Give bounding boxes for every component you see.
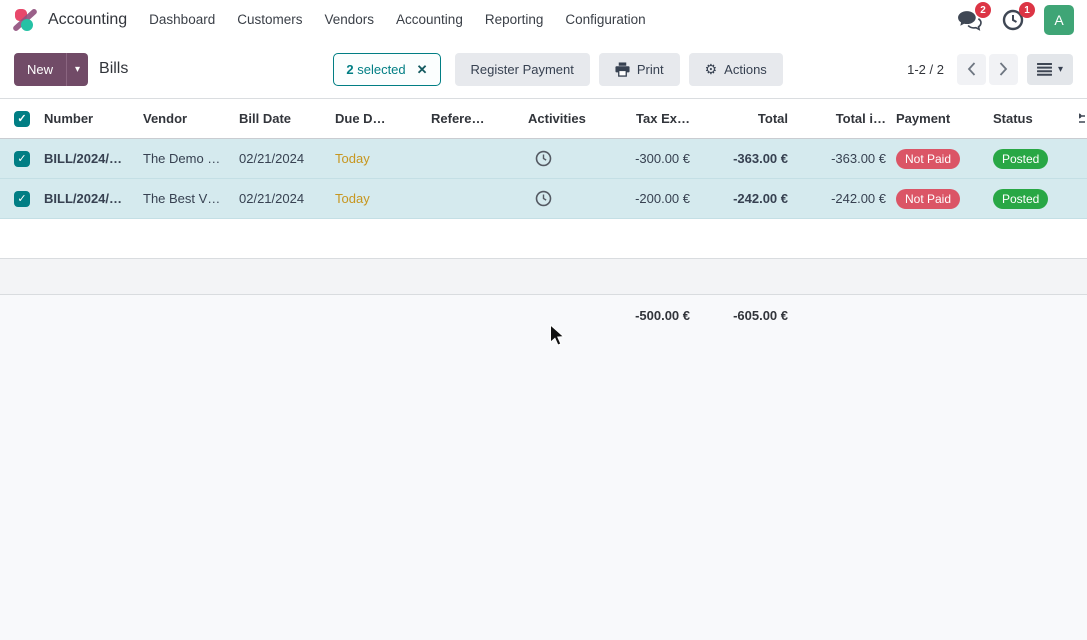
cell-total-in-currency: -363.00 € bbox=[788, 151, 886, 166]
column-header-activities[interactable]: Activities bbox=[528, 111, 597, 126]
chevron-left-icon bbox=[967, 62, 976, 76]
page-title: Bills bbox=[99, 60, 128, 78]
column-header-total[interactable]: Total bbox=[690, 111, 788, 126]
caret-down-icon: ▾ bbox=[1058, 64, 1063, 75]
pager-previous-button[interactable] bbox=[957, 54, 986, 85]
column-header-reference[interactable]: Refere… bbox=[431, 111, 528, 126]
row-select-cell: ✓ bbox=[0, 151, 44, 167]
odoo-accounting-screen: Accounting Dashboard Customers Vendors A… bbox=[0, 0, 1087, 640]
column-header-vendor[interactable]: Vendor bbox=[143, 111, 239, 126]
column-header-number[interactable]: Number bbox=[44, 111, 143, 126]
register-payment-button[interactable]: Register Payment bbox=[455, 53, 590, 86]
action-buttons: Register Payment Print ⚙ Actions bbox=[455, 53, 783, 86]
app-name: Accounting bbox=[48, 11, 127, 29]
chevron-right-icon bbox=[999, 62, 1008, 76]
pager: 1-2 / 2 ▾ bbox=[907, 54, 1073, 85]
column-header-due-date[interactable]: Due D… bbox=[335, 111, 431, 126]
status-badge: Posted bbox=[993, 149, 1048, 169]
cell-total-in-currency: -242.00 € bbox=[788, 191, 886, 206]
user-avatar[interactable]: A bbox=[1044, 5, 1074, 35]
column-header-status[interactable]: Status bbox=[986, 111, 1079, 126]
payment-status-badge: Not Paid bbox=[896, 149, 960, 169]
nav-item-reporting[interactable]: Reporting bbox=[474, 0, 555, 40]
status-badge: Posted bbox=[993, 189, 1048, 209]
selection-chip: 2 selected ✕ bbox=[333, 53, 440, 86]
printer-icon bbox=[615, 62, 630, 77]
odoo-accounting-logo-icon bbox=[13, 8, 39, 32]
print-label: Print bbox=[637, 62, 664, 77]
table-empty-area bbox=[0, 219, 1087, 258]
column-header-bill-date[interactable]: Bill Date bbox=[239, 111, 335, 126]
nav-item-customers[interactable]: Customers bbox=[226, 0, 313, 40]
cell-due-date: Today bbox=[335, 151, 370, 166]
actions-button[interactable]: ⚙ Actions bbox=[689, 53, 783, 86]
check-icon: ✓ bbox=[17, 192, 26, 205]
selection-toolbar: 2 selected ✕ Register Payment Print bbox=[333, 53, 782, 86]
cell-bill-date: 02/21/2024 bbox=[239, 191, 335, 206]
list-header-row: ✓ Number Vendor Bill Date Due D… Refere…… bbox=[0, 99, 1087, 139]
row-checkbox[interactable]: ✓ bbox=[14, 151, 30, 167]
nav-menu: Dashboard Customers Vendors Accounting R… bbox=[138, 0, 657, 40]
cell-number: BILL/2024/… bbox=[44, 191, 143, 206]
cell-vendor: The Demo … bbox=[143, 151, 239, 166]
aggregates-row: -500.00 € -605.00 € bbox=[0, 295, 1087, 335]
messages-badge: 2 bbox=[975, 2, 991, 18]
selection-text: 2 selected bbox=[346, 62, 405, 77]
gear-icon: ⚙ bbox=[705, 61, 718, 78]
close-icon[interactable]: ✕ bbox=[417, 63, 428, 76]
row-checkbox[interactable]: ✓ bbox=[14, 191, 30, 207]
column-header-total-in-currency[interactable]: Total i… bbox=[788, 111, 886, 126]
cell-tax-excluded: -300.00 € bbox=[597, 151, 690, 166]
optional-columns-sliders-icon[interactable] bbox=[1079, 111, 1085, 127]
pager-buttons bbox=[957, 54, 1018, 85]
select-all-checkbox[interactable]: ✓ bbox=[14, 111, 30, 127]
optional-columns-cell bbox=[1079, 111, 1087, 127]
select-all-cell: ✓ bbox=[0, 111, 44, 127]
list-footer-band bbox=[0, 258, 1087, 295]
payment-status-badge: Not Paid bbox=[896, 189, 960, 209]
row-select-cell: ✓ bbox=[0, 191, 44, 207]
pager-range: 1-2 / 2 bbox=[907, 62, 944, 77]
top-navbar: Accounting Dashboard Customers Vendors A… bbox=[0, 0, 1087, 40]
view-switcher-button[interactable]: ▾ bbox=[1027, 54, 1073, 85]
print-button[interactable]: Print bbox=[599, 53, 680, 86]
cell-bill-date: 02/21/2024 bbox=[239, 151, 335, 166]
activity-clock-icon[interactable] bbox=[535, 150, 597, 167]
nav-item-vendors[interactable]: Vendors bbox=[313, 0, 385, 40]
register-payment-label: Register Payment bbox=[471, 62, 574, 77]
activity-clock-icon[interactable] bbox=[535, 190, 597, 207]
list-view-icon bbox=[1037, 63, 1052, 76]
new-split-button: New ▾ bbox=[14, 53, 88, 86]
cell-due-date: Today bbox=[335, 191, 370, 206]
check-icon: ✓ bbox=[17, 112, 26, 125]
messages-button[interactable]: 2 bbox=[956, 8, 982, 32]
sum-tax-excluded: -500.00 € bbox=[597, 308, 690, 323]
activities-button[interactable]: 1 bbox=[1000, 8, 1026, 32]
nav-systray: 2 1 A bbox=[956, 5, 1074, 35]
cell-tax-excluded: -200.00 € bbox=[597, 191, 690, 206]
column-header-tax-excluded[interactable]: Tax Ex… bbox=[597, 111, 690, 126]
actions-label: Actions bbox=[724, 62, 767, 77]
app-switcher[interactable]: Accounting bbox=[13, 8, 127, 32]
page-bottom-area: -500.00 € -605.00 € bbox=[0, 295, 1087, 640]
control-panel: New ▾ Bills 2 selected ✕ Register Paymen… bbox=[0, 40, 1087, 98]
sum-total: -605.00 € bbox=[690, 308, 788, 323]
column-header-payment[interactable]: Payment bbox=[886, 111, 986, 126]
table-row[interactable]: ✓ BILL/2024/… The Best V… 02/21/2024 Tod… bbox=[0, 179, 1087, 219]
activities-badge: 1 bbox=[1019, 2, 1035, 18]
new-caret-button[interactable]: ▾ bbox=[66, 53, 88, 86]
nav-item-configuration[interactable]: Configuration bbox=[554, 0, 656, 40]
bills-list: ✓ Number Vendor Bill Date Due D… Refere…… bbox=[0, 98, 1087, 219]
caret-down-icon: ▾ bbox=[75, 64, 80, 75]
cell-vendor: The Best V… bbox=[143, 191, 239, 206]
new-button[interactable]: New bbox=[14, 53, 66, 86]
table-row[interactable]: ✓ BILL/2024/… The Demo … 02/21/2024 Toda… bbox=[0, 139, 1087, 179]
cell-total: -363.00 € bbox=[690, 151, 788, 166]
cell-number: BILL/2024/… bbox=[44, 151, 143, 166]
pager-next-button[interactable] bbox=[989, 54, 1018, 85]
check-icon: ✓ bbox=[17, 152, 26, 165]
nav-item-accounting[interactable]: Accounting bbox=[385, 0, 474, 40]
cell-total: -242.00 € bbox=[690, 191, 788, 206]
nav-item-dashboard[interactable]: Dashboard bbox=[138, 0, 226, 40]
